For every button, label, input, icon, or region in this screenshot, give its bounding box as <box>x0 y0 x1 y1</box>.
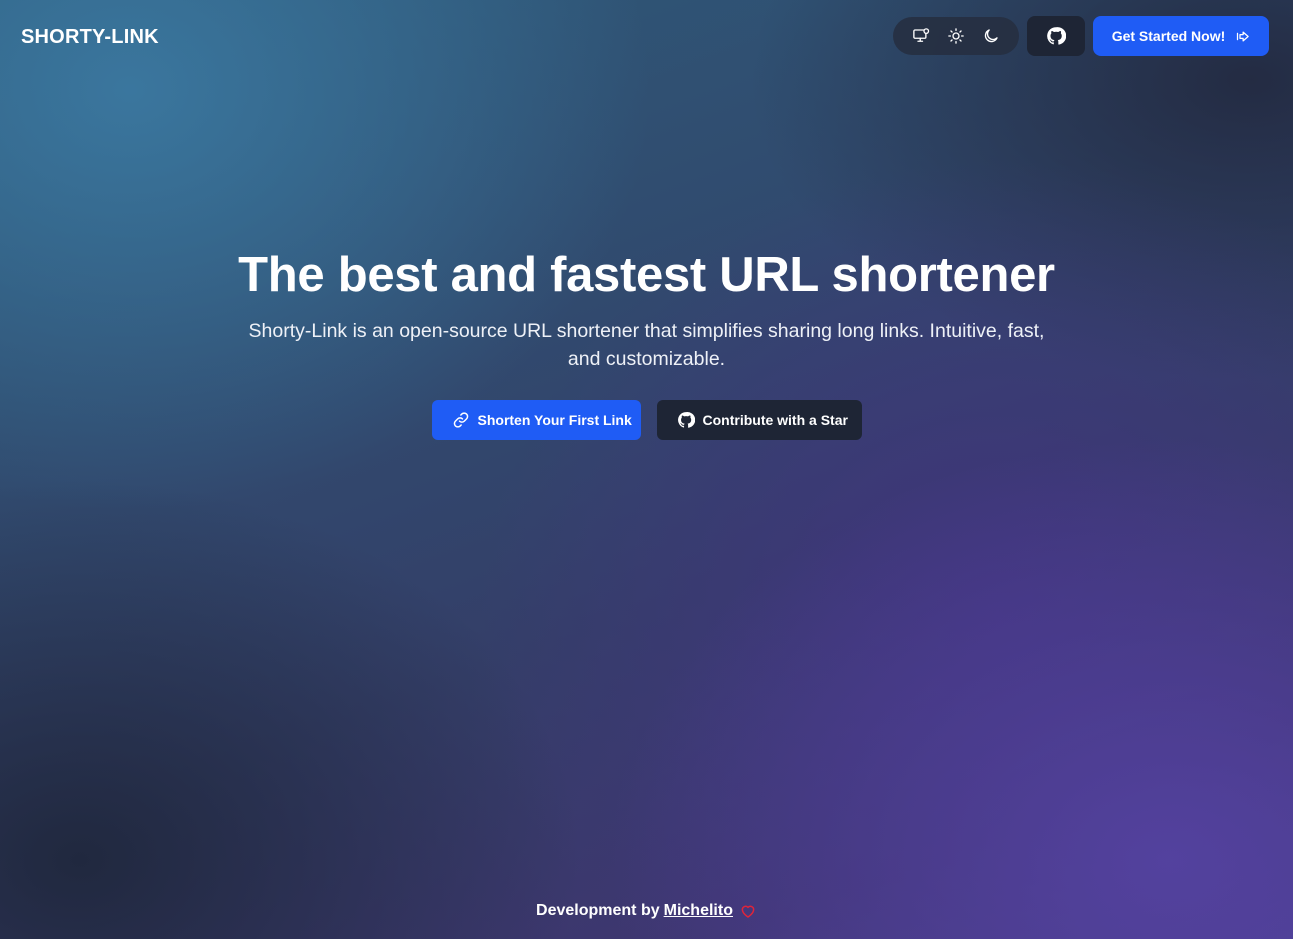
author-link[interactable]: Michelito <box>664 902 733 920</box>
heart-icon <box>741 905 755 918</box>
brand-logo[interactable]: SHORTY-LINK <box>21 26 159 49</box>
theme-switcher <box>893 17 1019 55</box>
arrow-right-icon <box>1237 31 1250 41</box>
github-button[interactable] <box>1027 16 1085 56</box>
hero-subtitle: Shorty-Link is an open-source URL shorte… <box>248 320 1045 370</box>
get-started-button[interactable]: Get Started Now! <box>1093 16 1269 56</box>
contribute-star-button[interactable]: Contribute with a Star <box>656 400 862 440</box>
contribute-star-label: Contribute with a Star <box>702 412 848 428</box>
sun-icon <box>948 28 964 44</box>
shorten-first-link-label: Shorten Your First Link <box>477 412 632 428</box>
hero-section: The best and fastest URL shortener Short… <box>0 245 1293 373</box>
github-icon <box>677 412 695 428</box>
top-navbar: SHORTY-LINK Get Started Now! <box>0 0 1293 72</box>
theme-system-button[interactable] <box>908 23 934 49</box>
github-icon <box>1047 27 1066 45</box>
moon-icon <box>985 29 998 43</box>
shorten-first-link-button[interactable]: Shorten Your First Link <box>431 400 641 440</box>
monitor-icon <box>912 28 929 42</box>
footer-prefix: Development by <box>536 902 660 919</box>
theme-dark-button[interactable] <box>978 23 1004 49</box>
get-started-label: Get Started Now! <box>1111 28 1226 44</box>
hero-title: The best and fastest URL shortener <box>238 248 1055 302</box>
link-icon <box>453 412 468 428</box>
hero-actions: Shorten Your First Link Contribute with … <box>0 400 1293 440</box>
theme-light-button[interactable] <box>943 23 969 49</box>
footer: Development by Michelito <box>0 902 1293 920</box>
